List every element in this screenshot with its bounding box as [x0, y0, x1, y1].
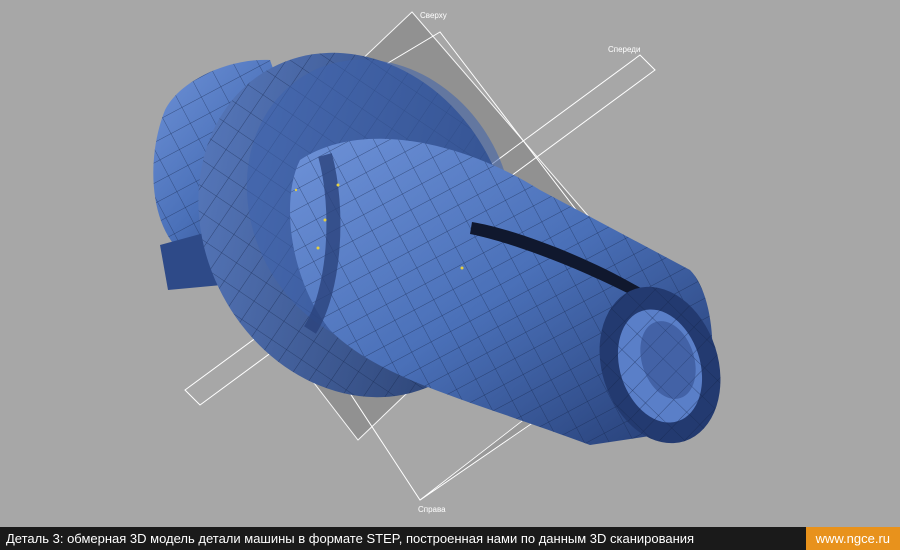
plane-label-right: Справа	[418, 505, 446, 514]
3d-viewport[interactable]: Сверху Справа Спереди	[0, 0, 900, 527]
caption-bar: Деталь 3: обмерная 3D модель детали маши…	[0, 527, 900, 550]
site-link[interactable]: www.ngce.ru	[805, 527, 900, 550]
plane-label-top: Сверху	[420, 11, 447, 20]
caption-text: Деталь 3: обмерная 3D модель детали маши…	[6, 531, 695, 546]
scene-canvas[interactable]: Сверху Справа Спереди	[0, 0, 900, 527]
plane-label-front: Спереди	[608, 45, 640, 54]
